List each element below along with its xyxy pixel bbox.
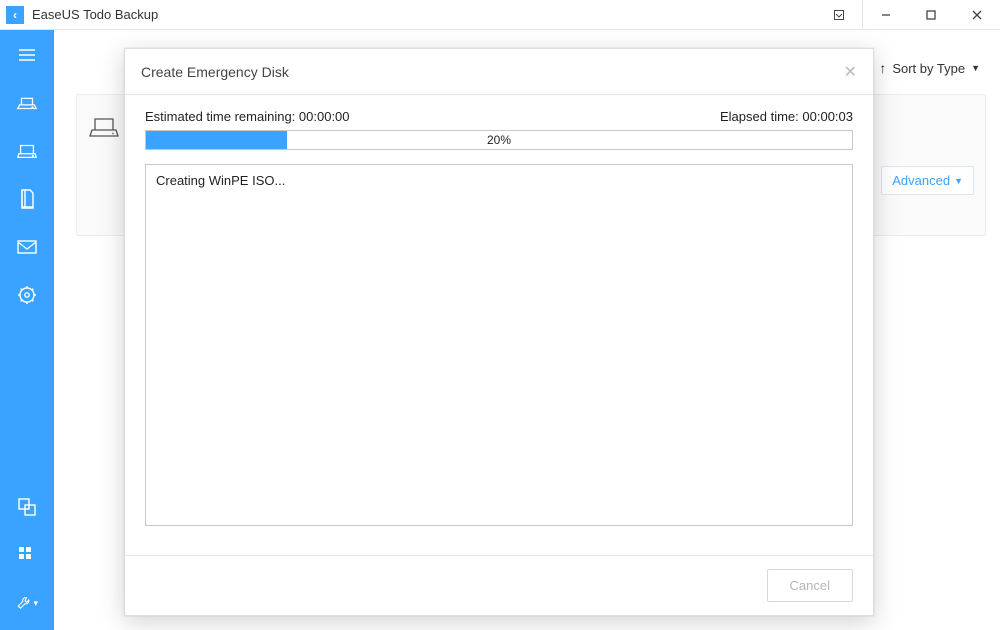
sort-label: Sort by Type [892, 61, 965, 76]
menu-icon[interactable] [16, 44, 38, 66]
chevron-down-icon: ▼ [971, 63, 980, 73]
estimated-time: Estimated time remaining: 00:00:00 [145, 109, 350, 124]
window-tray-button[interactable] [816, 0, 862, 30]
chevron-down-icon: ▾ [33, 598, 38, 609]
modal-footer: Cancel [125, 555, 873, 615]
sort-arrow-icon: ↑ [879, 60, 886, 76]
smart-backup-icon[interactable] [16, 284, 38, 306]
estimated-time-value: 00:00:00 [299, 109, 350, 124]
clone-icon[interactable] [16, 496, 38, 518]
modal-body: Estimated time remaining: 00:00:00 Elaps… [125, 95, 873, 526]
disk-backup-icon[interactable] [16, 140, 38, 162]
create-emergency-disk-modal: Create Emergency Disk ✕ Estimated time r… [124, 48, 874, 616]
app-icon: ‹ [6, 6, 24, 24]
advanced-label: Advanced [892, 173, 950, 188]
elapsed-time-value: 00:00:03 [802, 109, 853, 124]
log-box: Creating WinPE ISO... [145, 164, 853, 526]
modal-header: Create Emergency Disk ✕ [125, 49, 873, 95]
elapsed-time: Elapsed time: 00:00:03 [720, 109, 853, 124]
app-icon-glyph: ‹ [13, 8, 17, 22]
chevron-down-icon: ▼ [954, 176, 963, 186]
cancel-button[interactable]: Cancel [767, 569, 853, 602]
system-backup-icon[interactable] [16, 92, 38, 114]
elapsed-time-label: Elapsed time: [720, 109, 799, 124]
sidebar: ▾ [0, 30, 54, 630]
close-icon[interactable]: ✕ [844, 62, 857, 82]
sort-control[interactable]: ↑ Sort by Type ▼ [879, 60, 980, 76]
progress-text: 20% [146, 131, 852, 149]
mail-backup-icon[interactable] [16, 236, 38, 258]
disk-icon [89, 115, 119, 139]
body-area: ▾ ↑ Sort by Type ▼ Advanced ▼ Create Eme… [0, 30, 1000, 630]
titlebar-left: ‹ EaseUS Todo Backup [6, 6, 158, 24]
progress-bar: 20% [145, 130, 853, 150]
app-title: EaseUS Todo Backup [32, 7, 158, 22]
content-area: ↑ Sort by Type ▼ Advanced ▼ Create Emerg… [54, 30, 1000, 630]
advanced-button[interactable]: Advanced ▼ [881, 166, 974, 195]
time-row: Estimated time remaining: 00:00:00 Elaps… [145, 109, 853, 124]
file-backup-icon[interactable] [16, 188, 38, 210]
window-maximize-button[interactable] [908, 0, 954, 30]
window-close-button[interactable] [954, 0, 1000, 30]
window-controls [816, 0, 1000, 29]
modal-title: Create Emergency Disk [141, 64, 289, 80]
titlebar: ‹ EaseUS Todo Backup [0, 0, 1000, 30]
tools-more-icon[interactable] [16, 544, 38, 566]
tools-wrench-icon[interactable]: ▾ [16, 592, 38, 614]
window-minimize-button[interactable] [862, 0, 908, 30]
estimated-time-label: Estimated time remaining: [145, 109, 295, 124]
log-line: Creating WinPE ISO... [156, 173, 842, 188]
